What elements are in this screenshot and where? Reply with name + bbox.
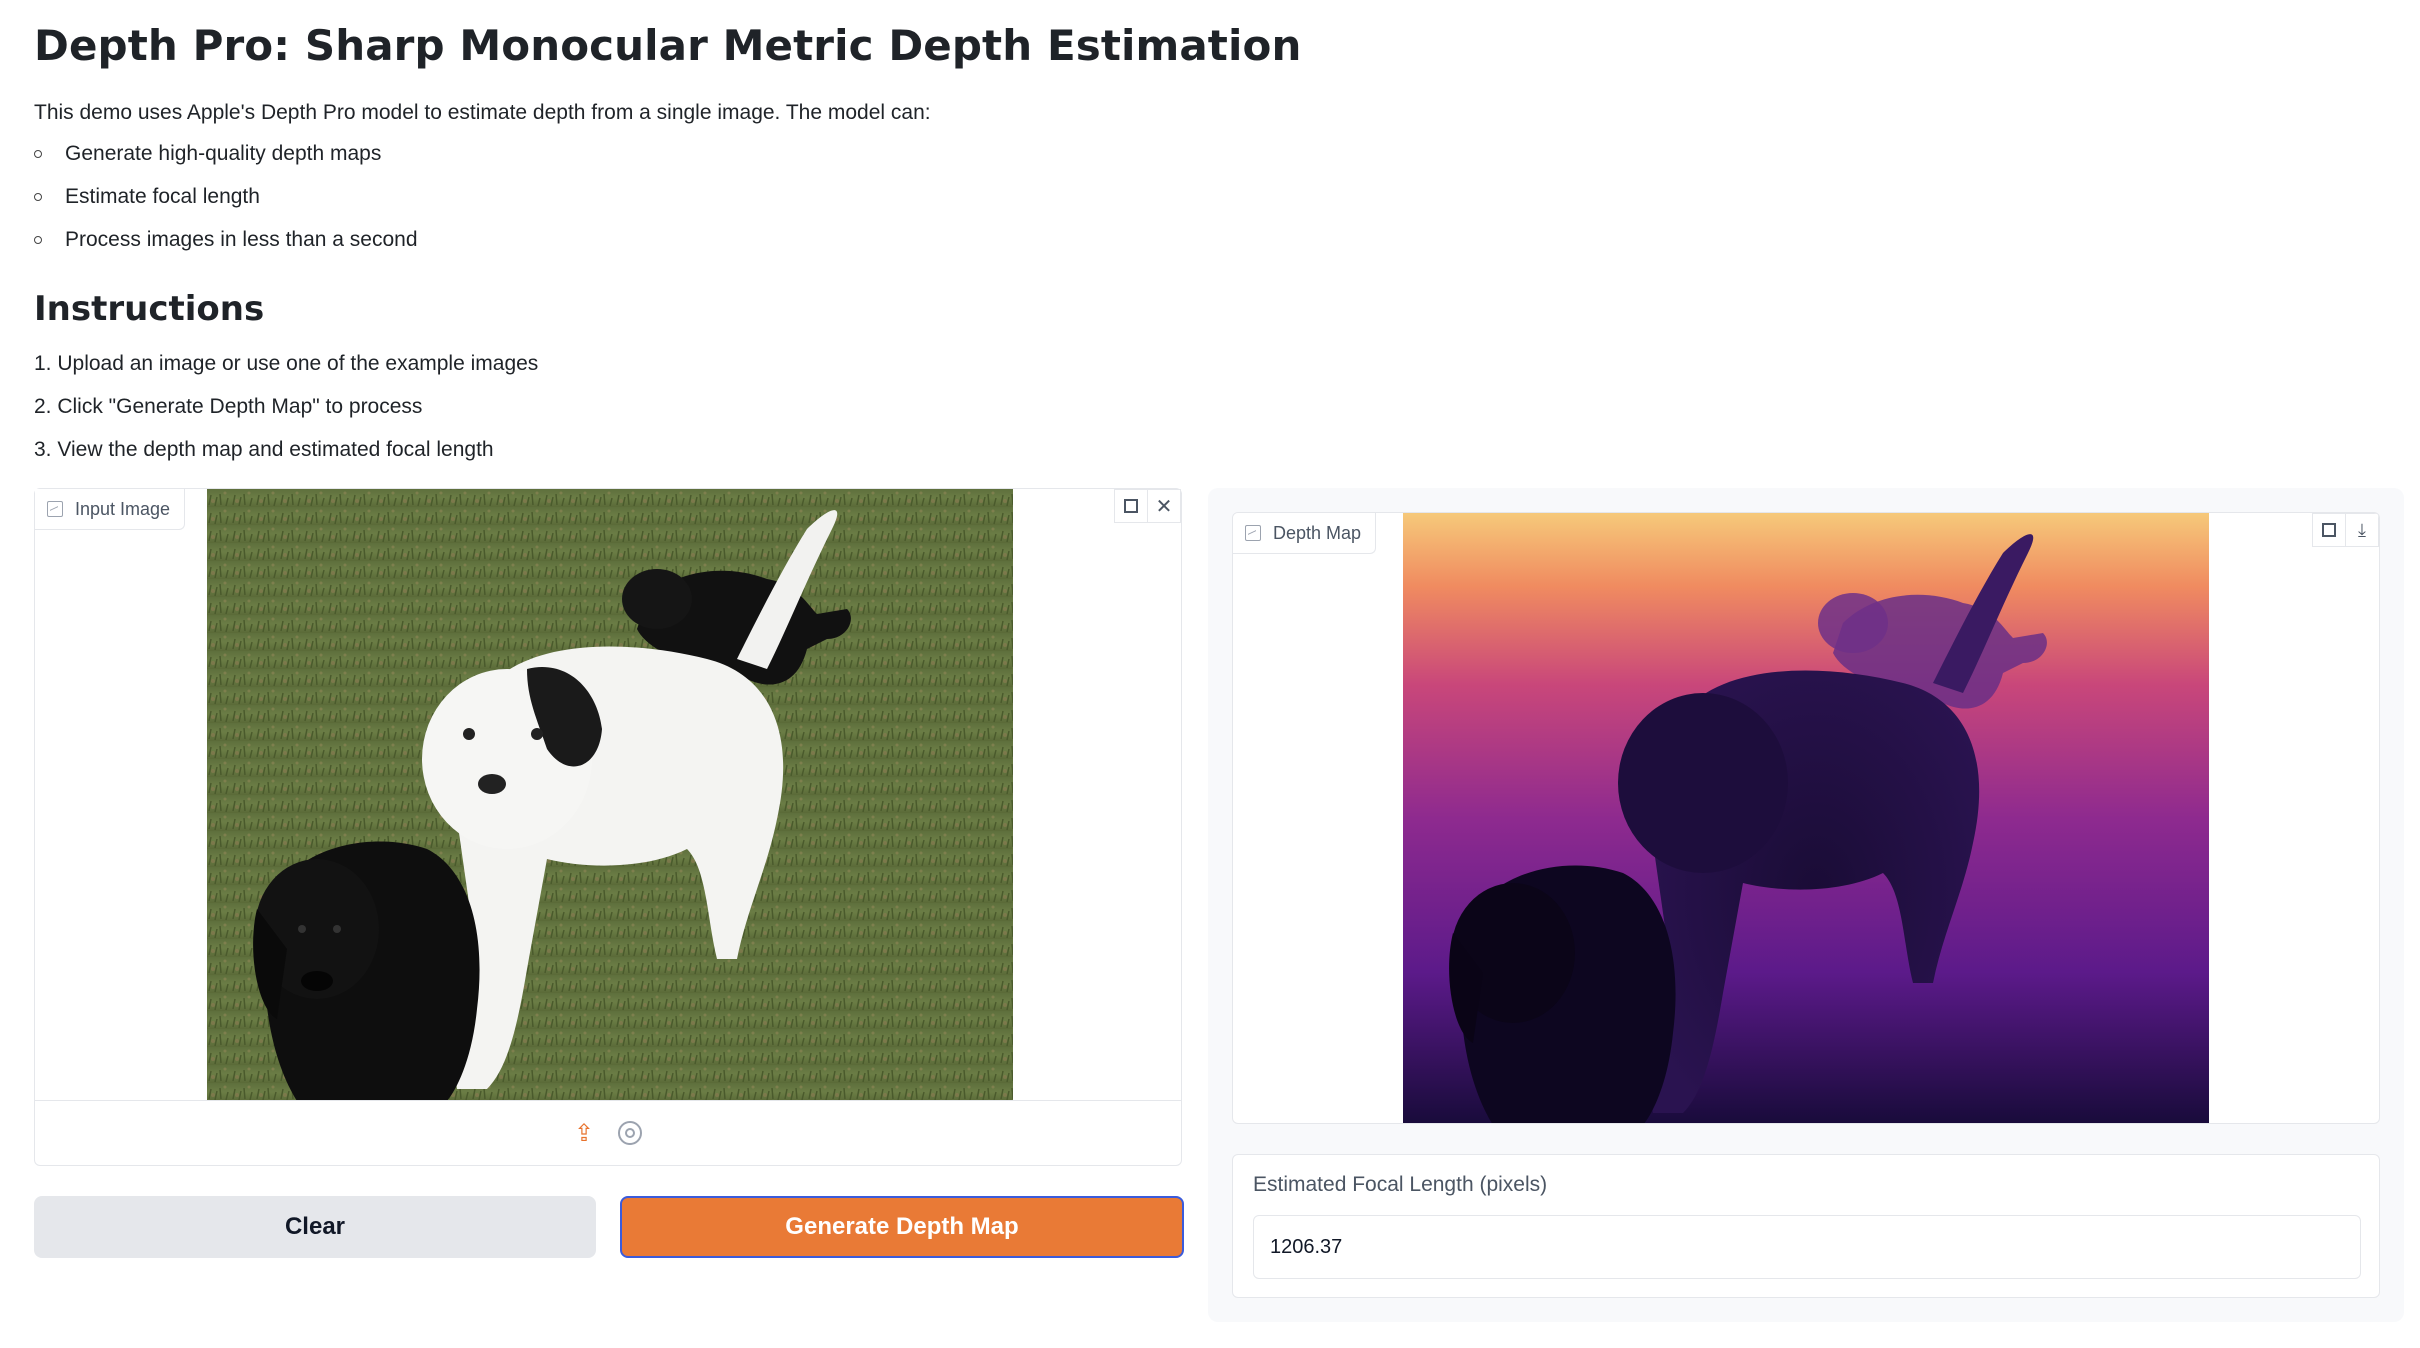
depth-map-panel: Depth Map ⤓ bbox=[1232, 512, 2380, 1124]
instructions-list: 1. Upload an image or use one of the exa… bbox=[34, 342, 538, 471]
feature-item: Generate high-quality depth maps bbox=[34, 132, 931, 175]
instructions-heading: Instructions bbox=[34, 289, 265, 329]
depth-map-label: Depth Map bbox=[1233, 513, 1377, 554]
download-button[interactable]: ⤓ bbox=[2346, 513, 2379, 547]
page-title: Depth Pro: Sharp Monocular Metric Depth … bbox=[34, 21, 1302, 70]
webcam-icon[interactable] bbox=[618, 1121, 643, 1145]
instruction-step: 1. Upload an image or use one of the exa… bbox=[34, 352, 539, 375]
header: Depth Pro: Sharp Monocular Metric Depth … bbox=[34, 18, 2334, 74]
bullet-icon bbox=[34, 236, 42, 244]
image-icon bbox=[1245, 525, 1261, 541]
depth-toolbar: ⤓ bbox=[2312, 513, 2379, 547]
intro-text: This demo uses Apple's Depth Pro model t… bbox=[34, 101, 931, 124]
depth-map-render bbox=[1403, 513, 2209, 1123]
close-icon: ✕ bbox=[1155, 495, 1173, 518]
image-icon bbox=[47, 501, 63, 517]
output-column: Depth Map ⤓ Estimated Focal Length (pixe… bbox=[1208, 488, 2404, 1322]
clear-image-button[interactable]: ✕ bbox=[1148, 489, 1181, 523]
fullscreen-icon bbox=[2322, 523, 2336, 537]
input-image-label: Input Image bbox=[35, 489, 186, 530]
fullscreen-button[interactable] bbox=[2312, 513, 2346, 547]
focal-length-block: Estimated Focal Length (pixels) 1206.37 bbox=[1232, 1154, 2380, 1298]
feature-list: Generate high-quality depth maps Estimat… bbox=[34, 132, 931, 261]
focal-length-field[interactable]: 1206.37 bbox=[1253, 1215, 2361, 1279]
bullet-icon bbox=[34, 150, 42, 158]
instruction-step: 2. Click "Generate Depth Map" to process bbox=[34, 395, 423, 418]
intro-section: This demo uses Apple's Depth Pro model t… bbox=[34, 98, 931, 261]
feature-item: Process images in less than a second bbox=[34, 218, 931, 261]
upload-icon[interactable]: ⇪ bbox=[574, 1119, 594, 1148]
input-image-panel[interactable]: Input Image ✕ ⇪ bbox=[34, 488, 1182, 1166]
download-icon: ⤓ bbox=[2358, 519, 2366, 540]
dogs-photo bbox=[207, 489, 1013, 1101]
feature-item: Estimate focal length bbox=[34, 175, 931, 218]
instruction-step: 3. View the depth map and estimated foca… bbox=[34, 438, 494, 461]
fullscreen-button[interactable] bbox=[1114, 489, 1148, 523]
generate-depth-map-button[interactable]: Generate Depth Map bbox=[620, 1196, 1184, 1258]
input-toolbar: ✕ bbox=[1114, 489, 1181, 523]
clear-button[interactable]: Clear bbox=[34, 1196, 596, 1258]
focal-length-label: Estimated Focal Length (pixels) bbox=[1253, 1173, 1548, 1196]
input-photo bbox=[207, 489, 1013, 1101]
bullet-icon bbox=[34, 193, 42, 201]
depth-map-image bbox=[1403, 513, 2209, 1123]
fullscreen-icon bbox=[1124, 499, 1138, 513]
input-source-bar: ⇪ bbox=[35, 1100, 1181, 1165]
